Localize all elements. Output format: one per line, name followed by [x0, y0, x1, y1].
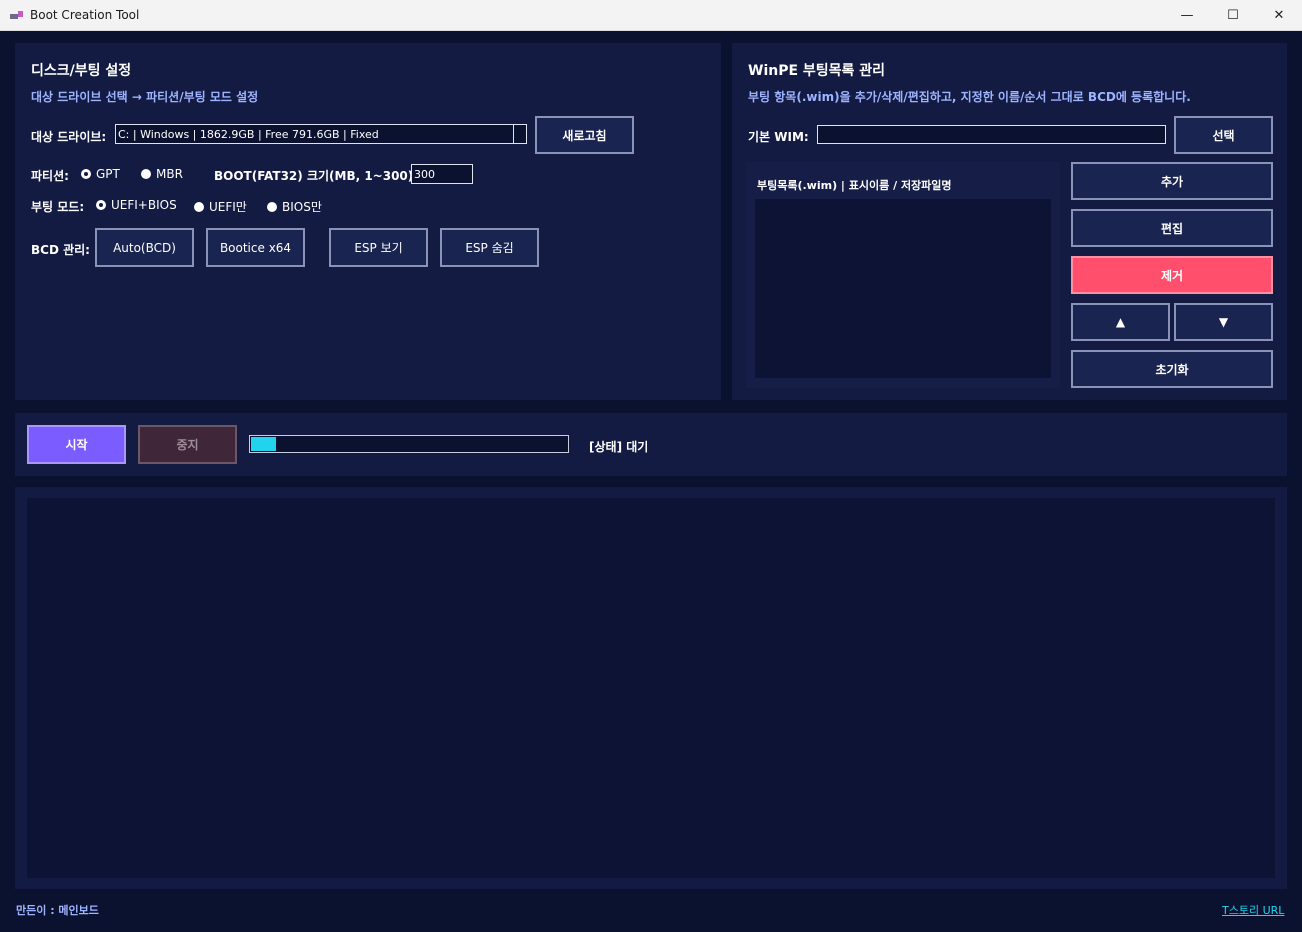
- radio-checked-icon: [81, 169, 91, 179]
- close-button[interactable]: ✕: [1256, 0, 1302, 31]
- boot-mode-label: 부팅 모드:: [31, 200, 85, 214]
- boot-size-label: BOOT(FAT32) 크기(MB, 1~300):: [214, 169, 419, 183]
- add-button[interactable]: 추가: [1071, 162, 1273, 200]
- disk-panel-title: 디스크/부팅 설정: [31, 63, 132, 79]
- bootice-button[interactable]: Bootice x64: [206, 228, 305, 267]
- app-icon: [10, 11, 23, 19]
- boot-list-header: 부팅목록(.wim) | 표시이름 / 저장파일명: [757, 179, 952, 192]
- boot-mode-uefi-radio[interactable]: UEFI만: [194, 198, 247, 215]
- partition-mbr-radio[interactable]: MBR: [141, 167, 183, 181]
- winpe-panel: WinPE 부팅목록 관리 부팅 항목(.wim)을 추가/삭제/편집하고, 지…: [732, 43, 1287, 400]
- boot-mode-uefi-bios-radio[interactable]: UEFI+BIOS: [96, 198, 177, 212]
- boot-mode-uefi-bios-label: UEFI+BIOS: [111, 198, 177, 212]
- log-panel: [15, 487, 1287, 889]
- boot-list-panel: 부팅목록(.wim) | 표시이름 / 저장파일명: [746, 162, 1060, 388]
- reset-button[interactable]: 초기화: [1071, 350, 1273, 388]
- progress-fill: [251, 437, 277, 451]
- boot-mode-bios-radio[interactable]: BIOS만: [267, 198, 322, 215]
- partition-gpt-radio[interactable]: GPT: [81, 167, 120, 181]
- radio-unchecked-icon: [194, 201, 204, 212]
- stop-button[interactable]: 중지: [138, 425, 237, 464]
- target-drive-select[interactable]: C: | Windows | 1862.9GB | Free 791.6GB |…: [115, 124, 527, 144]
- boot-size-input[interactable]: 300: [411, 164, 473, 184]
- base-wim-input[interactable]: [817, 125, 1166, 144]
- auto-bcd-button[interactable]: Auto(BCD): [95, 228, 194, 267]
- target-drive-label: 대상 드라이브:: [31, 130, 107, 144]
- title-bar: Boot Creation Tool — ☐ ✕: [0, 0, 1302, 31]
- edit-button[interactable]: 편집: [1071, 209, 1273, 247]
- refresh-button[interactable]: 새로고침: [535, 116, 634, 154]
- esp-show-button[interactable]: ESP 보기: [329, 228, 428, 267]
- maker-label: 만든이 : 메인보드: [16, 904, 99, 917]
- radio-unchecked-icon: [267, 201, 277, 212]
- maximize-button[interactable]: ☐: [1210, 0, 1256, 31]
- boot-mode-uefi-label: UEFI만: [209, 200, 247, 214]
- progress-bar: [249, 435, 569, 453]
- log-textbox[interactable]: [27, 498, 1275, 878]
- bcd-label: BCD 관리:: [31, 243, 90, 257]
- boot-list[interactable]: [755, 199, 1051, 378]
- window-title: Boot Creation Tool: [30, 8, 140, 22]
- partition-gpt-label: GPT: [96, 167, 120, 181]
- start-button[interactable]: 시작: [27, 425, 126, 464]
- winpe-panel-title: WinPE 부팅목록 관리: [748, 63, 886, 79]
- drive-scrollbar[interactable]: [513, 125, 525, 143]
- disk-panel-subtitle: 대상 드라이브 선택 → 파티션/부팅 모드 설정: [31, 90, 259, 104]
- remove-button[interactable]: 제거: [1071, 256, 1273, 294]
- target-drive-value: C: | Windows | 1862.9GB | Free 791.6GB |…: [118, 127, 379, 141]
- select-wim-button[interactable]: 선택: [1174, 116, 1273, 154]
- move-up-button[interactable]: ▲: [1071, 303, 1170, 341]
- radio-checked-icon: [96, 200, 106, 210]
- move-down-button[interactable]: ▼: [1174, 303, 1273, 341]
- disk-settings-panel: 디스크/부팅 설정 대상 드라이브 선택 → 파티션/부팅 모드 설정 대상 드…: [15, 43, 721, 400]
- radio-unchecked-icon: [141, 169, 151, 179]
- minimize-button[interactable]: —: [1164, 0, 1210, 31]
- status-text: [상태] 대기: [589, 440, 649, 454]
- boot-mode-bios-label: BIOS만: [282, 200, 322, 214]
- tistory-link[interactable]: T스토리 URL: [1222, 902, 1284, 918]
- partition-mbr-label: MBR: [156, 167, 183, 181]
- run-bar: 시작 중지 [상태] 대기: [15, 413, 1287, 476]
- partition-label: 파티션:: [31, 169, 69, 183]
- winpe-panel-subtitle: 부팅 항목(.wim)을 추가/삭제/편집하고, 지정한 이름/순서 그대로 B…: [748, 90, 1191, 104]
- esp-hide-button[interactable]: ESP 숨김: [440, 228, 539, 267]
- base-wim-label: 기본 WIM:: [748, 130, 809, 144]
- boot-size-value: 300: [414, 167, 435, 181]
